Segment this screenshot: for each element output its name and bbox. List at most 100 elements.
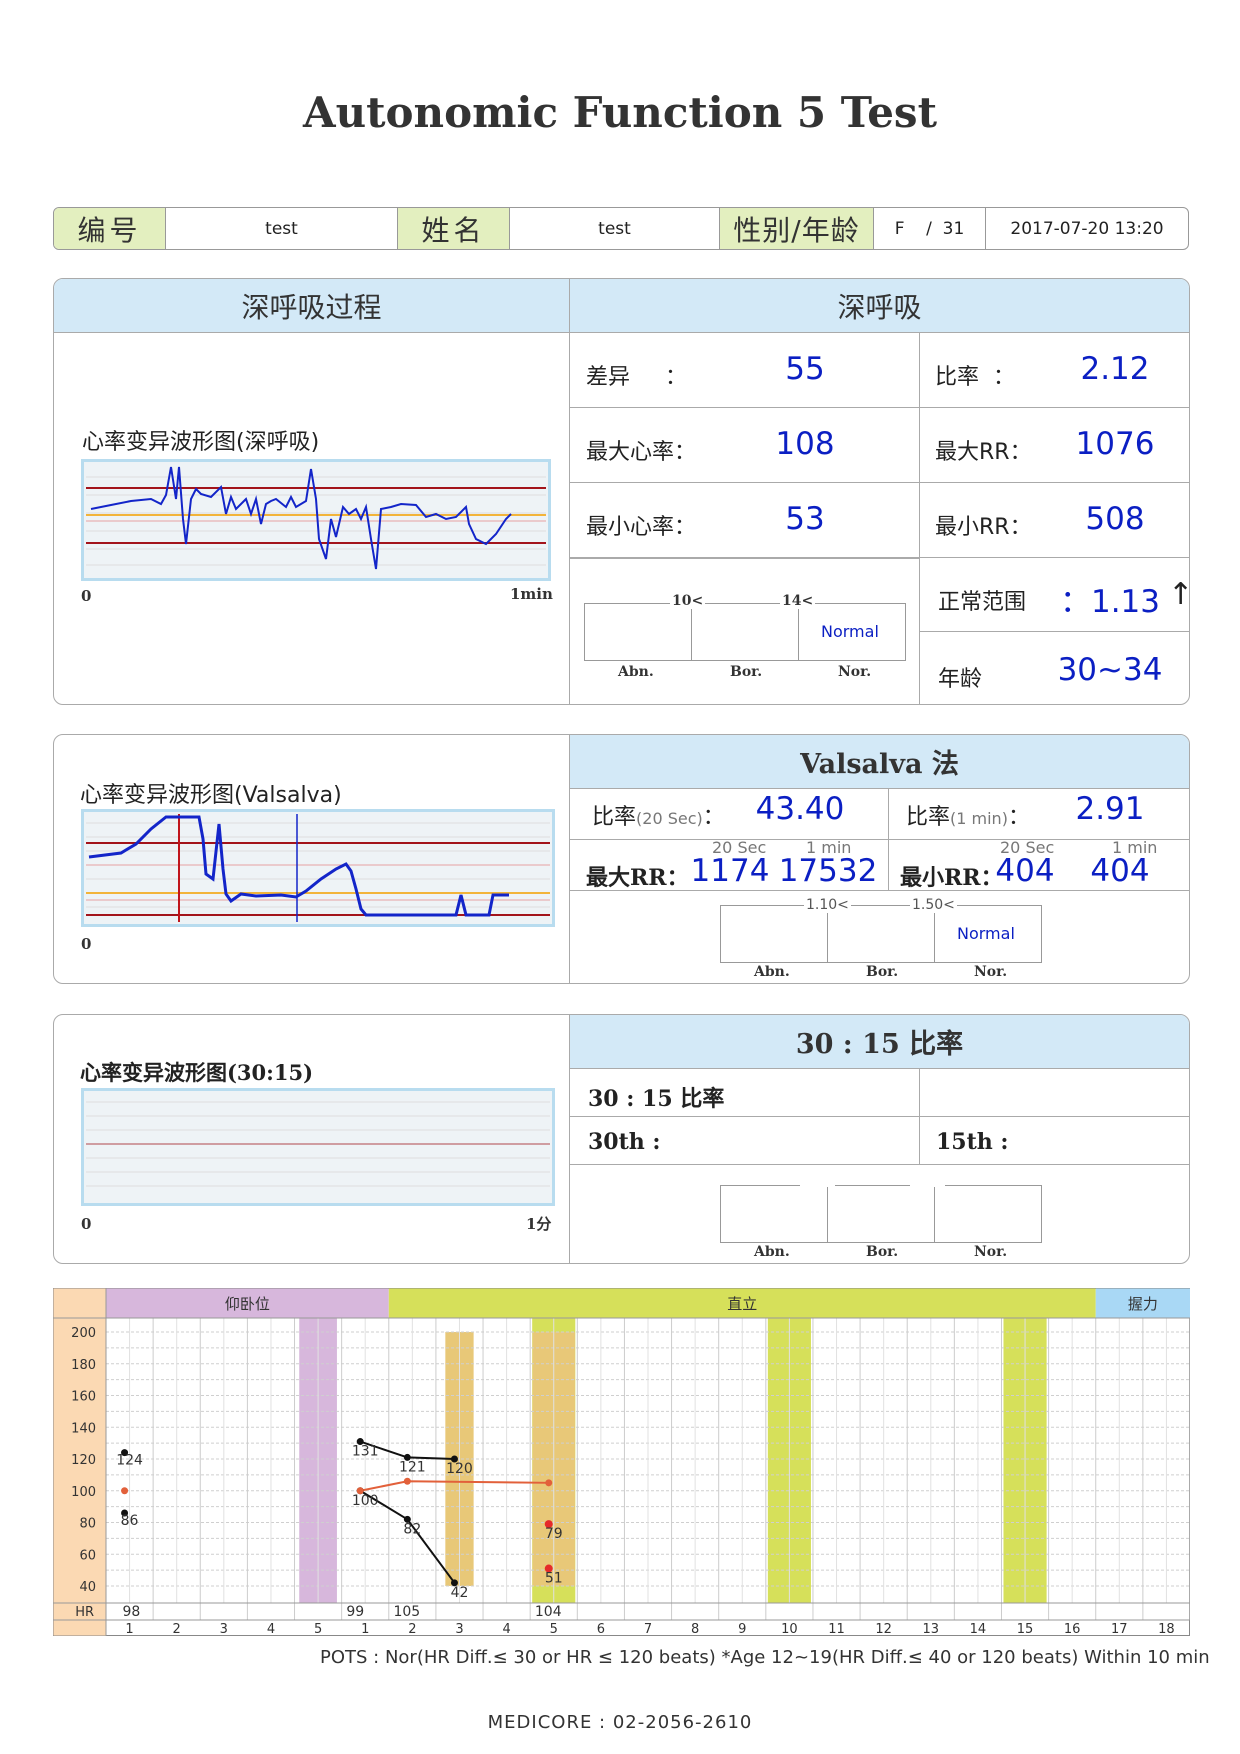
pots-phase-stand-label: 直立 — [727, 1295, 757, 1313]
min-hr-label: 最小心率： — [586, 515, 697, 540]
valsalva-threshold-2: 1.50< — [910, 897, 957, 913]
diff-value: 55 — [785, 351, 825, 387]
pots-x-tick: 13 — [923, 1622, 940, 1636]
deep-breath-axis-start: 0 — [81, 587, 92, 605]
pots-hr-label: HR — [75, 1605, 94, 1620]
ratio20-label: 比率(20 Sec)： — [592, 805, 725, 830]
pots-y-tick: 80 — [79, 1517, 96, 1532]
valsalva-axis-start: 0 — [81, 935, 92, 953]
id-value: test — [166, 208, 398, 249]
pots-label-supine-dia: 86 — [121, 1513, 139, 1529]
pots-point-supine-hr — [121, 1487, 129, 1495]
patient-header: 编号 test 姓名 test 性别/年龄 F / 31 2017-07-20 … — [53, 207, 1189, 250]
pots-y-tick: 160 — [71, 1390, 96, 1405]
pots-label-stand-sys: 131 — [352, 1444, 379, 1460]
pots-point-stand-hr — [403, 1477, 411, 1485]
ratio3015-axis-end: 1分 — [526, 1215, 552, 1233]
deep-breath-scale-result: Normal — [821, 622, 879, 641]
th15-label: 15th : — [936, 1129, 1009, 1155]
sexage-value: F / 31 — [874, 208, 986, 249]
pots-x-tick: 3 — [220, 1622, 228, 1636]
pots-label-stand-sys: 121 — [399, 1459, 426, 1475]
normal-range-label: 正常范围 — [938, 590, 1027, 615]
pots-x-tick: 1 — [125, 1622, 133, 1636]
pots-x-tick: 7 — [644, 1622, 652, 1636]
deep-breath-panel: 深呼吸过程 心率变异波形图(深呼吸) 0 1min 深呼吸 差异 ： 55 比率… — [53, 278, 1190, 705]
pots-y-tick: 180 — [71, 1358, 96, 1373]
ratio3015-wave-label: 心率变异波形图(30:15) — [80, 1060, 314, 1085]
ratio-label: 比率 ： — [935, 365, 1015, 390]
pots-y-tick: 200 — [71, 1326, 96, 1341]
ratio20-value: 43.40 — [755, 791, 845, 827]
valsalva-threshold-1: 1.10< — [804, 897, 851, 913]
deep-breath-left-title: 深呼吸过程 — [54, 279, 569, 333]
pots-x-tick: 10 — [781, 1622, 798, 1636]
name-value: test — [510, 208, 720, 249]
pots-label-stand-sys: 120 — [446, 1461, 473, 1477]
valsalva-waveform — [81, 809, 555, 927]
ratio3015-scale — [720, 1185, 1042, 1243]
min-rr-label: 最小RR： — [935, 515, 1032, 540]
deep-breath-wave-label: 心率变异波形图(深呼吸) — [82, 430, 320, 455]
pots-hr-value: 99 — [346, 1604, 364, 1620]
pots-hr-value: 105 — [393, 1604, 420, 1620]
pots-x-tick: 4 — [267, 1622, 275, 1636]
datetime: 2017-07-20 13:20 — [1010, 218, 1164, 239]
ratio3015-panel: 心率变异波形图(30:15) 0 1分 30 : 15 比率 30 : 15 比… — [53, 1014, 1190, 1264]
ratio3015-axis-start: 0 — [81, 1215, 92, 1233]
scale-nor-label: Nor. — [838, 664, 872, 680]
valsalva-min-rr-20: 404 — [995, 853, 1055, 889]
pots-label-supine-sys: 124 — [116, 1453, 143, 1469]
pots-x-tick: 15 — [1017, 1622, 1034, 1636]
pots-x-tick: 6 — [597, 1622, 605, 1636]
normal-range-value: ：1.13 — [1059, 584, 1161, 620]
deep-breath-waveform — [81, 459, 551, 581]
deep-breath-scale: Normal — [584, 603, 906, 661]
pots-x-tick: 18 — [1158, 1622, 1175, 1636]
pots-x-tick: 9 — [738, 1622, 746, 1636]
pots-y-tick: 100 — [71, 1485, 96, 1500]
max-rr-label: 最大RR： — [935, 440, 1032, 465]
pots-chart: 仰卧位 直立 握力200180160140120100806040HR1 2 3 4 5 1 2… — [53, 1288, 1190, 1636]
ratio3015-scale-bor: Bor. — [866, 1244, 899, 1260]
valsalva-right-title: Valsalva 法 — [570, 735, 1189, 789]
pots-label-stand-dia: 42 — [451, 1585, 469, 1601]
ratio1-label: 比率(1 min)： — [906, 805, 1030, 830]
pots-x-tick: 2 — [408, 1622, 416, 1636]
max-rr-value: 1076 — [1075, 426, 1155, 462]
max-hr-label: 最大心率： — [586, 440, 697, 465]
pots-y-tick: 40 — [79, 1580, 96, 1595]
pots-label-stand-dia: 100 — [352, 1493, 379, 1509]
pots-y-tick: 60 — [79, 1548, 96, 1563]
pots-x-tick: 14 — [970, 1622, 987, 1636]
arrow-up-icon: ↑ — [1168, 577, 1189, 612]
pots-hr-value: 104 — [535, 1604, 562, 1620]
deep-breath-axis-end: 1min — [510, 585, 553, 603]
pots-x-tick: 3 — [455, 1622, 463, 1636]
valsalva-max-rr-20: 1174 — [690, 853, 770, 889]
ratio3015-scale-abn: Abn. — [754, 1244, 790, 1260]
pots-label-red: 51 — [545, 1571, 563, 1587]
pots-point-stand-hr — [545, 1479, 553, 1487]
deep-breath-right-title: 深呼吸 — [570, 279, 1189, 333]
pots-y-tick: 120 — [71, 1453, 96, 1468]
pots-phase-grip-label: 握力 — [1128, 1295, 1158, 1313]
ratio3015-scale-nor: Nor. — [974, 1244, 1008, 1260]
sexage-label: 性别/年龄 — [720, 208, 874, 249]
pots-label-red: 79 — [545, 1526, 563, 1542]
valsalva-scale-nor: Nor. — [974, 964, 1008, 980]
ratio3015-right-title: 30 : 15 比率 — [570, 1015, 1189, 1069]
max-hr-value: 108 — [775, 426, 835, 462]
diff-label: 差异 ： — [586, 365, 687, 390]
page-title: Autonomic Function 5 Test — [303, 88, 937, 137]
pots-phase-supine-label: 仰卧位 — [225, 1295, 270, 1313]
min-rr-value: 508 — [1085, 501, 1145, 537]
valsalva-max-rr-label: 最大RR： — [586, 865, 689, 891]
pots-x-tick: 1 — [361, 1622, 369, 1636]
name-label: 姓名 — [398, 208, 510, 249]
pots-x-tick: 4 — [502, 1622, 510, 1636]
valsalva-scale-abn: Abn. — [754, 964, 790, 980]
deep-breath-threshold-1: 10< — [670, 593, 706, 609]
pots-note: POTS : Nor(HR Diff.≤ 30 or HR ≤ 120 beat… — [320, 1647, 1210, 1668]
pots-x-tick: 17 — [1111, 1622, 1128, 1636]
